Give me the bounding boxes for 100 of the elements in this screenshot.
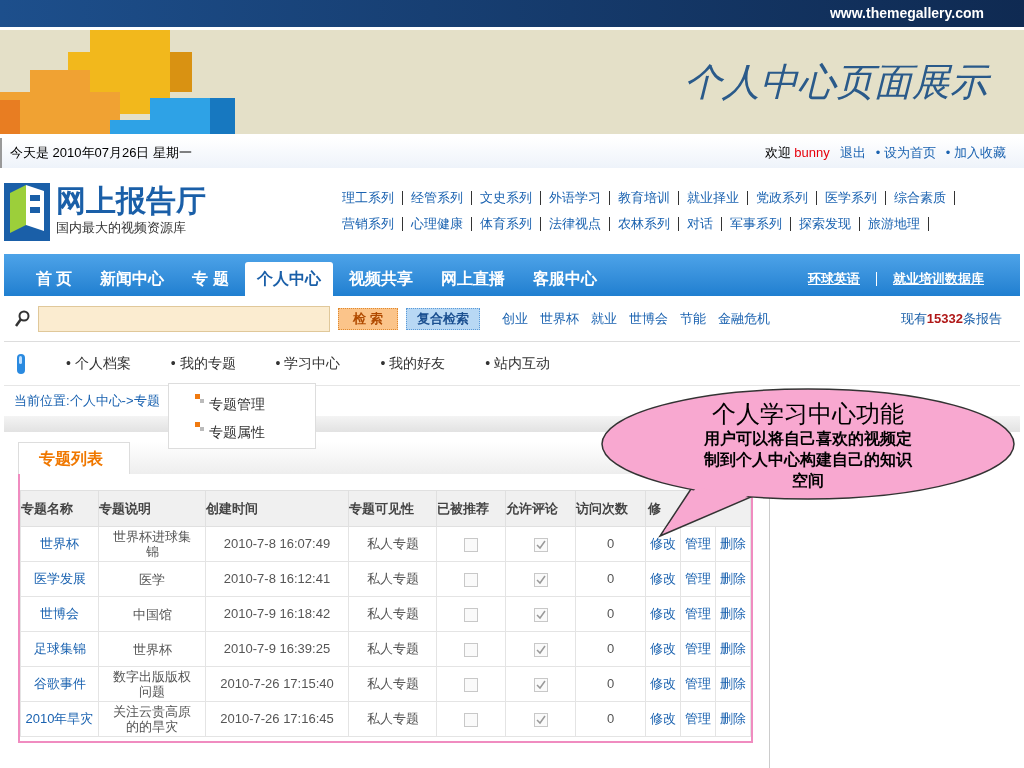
action-link[interactable]: 管理 <box>680 596 716 632</box>
sub-nav-link[interactable]: • 个人档案 <box>66 353 131 374</box>
logout-link[interactable]: 退出 <box>839 143 866 163</box>
table-cell: 0 <box>575 596 646 632</box>
action-link[interactable]: 管理 <box>680 631 716 667</box>
column-header: 专题可见性 <box>348 490 437 527</box>
table-cell: 0 <box>575 526 646 562</box>
nav-tab[interactable]: 客服中心 <box>520 262 609 296</box>
category-link[interactable]: 对话 <box>679 217 722 231</box>
category-link[interactable]: 军事系列 <box>722 217 791 231</box>
table-cell: 私人专题 <box>348 596 437 632</box>
action-link[interactable]: 删除 <box>715 701 751 737</box>
hot-word-link[interactable]: 就业 <box>590 308 617 329</box>
checkbox[interactable] <box>464 677 478 692</box>
category-link[interactable]: 法律视点 <box>541 217 610 231</box>
category-link[interactable]: 综合素质 <box>886 191 955 205</box>
category-link[interactable]: 旅游地理 <box>860 217 929 231</box>
table-cell: 0 <box>575 561 646 597</box>
top-link[interactable]: • 加入收藏 <box>945 143 1006 163</box>
checkbox[interactable] <box>533 712 548 727</box>
search-field[interactable] <box>38 305 330 332</box>
callout-text: 用户可以将自己喜欢的视频定制到个人中心构建自己的知识空间 <box>703 429 913 491</box>
column-header: 已被推荐 <box>436 490 506 527</box>
nav-tab[interactable]: 首 页 <box>24 262 85 296</box>
action-link[interactable]: 删除 <box>715 526 751 562</box>
topic-name-link[interactable]: 足球集锦 <box>20 631 99 667</box>
checkbox[interactable] <box>464 607 478 622</box>
table-cell: 2010-7-9 16:18:42 <box>205 596 349 632</box>
action-link[interactable]: 修改 <box>645 596 681 632</box>
topic-name-link[interactable]: 2010年旱灾 <box>20 701 99 737</box>
category-link[interactable]: 就业择业 <box>679 191 748 205</box>
checkbox[interactable] <box>464 572 478 587</box>
category-link[interactable]: 外语学习 <box>541 191 610 205</box>
hot-word-link[interactable]: 世界杯 <box>539 308 579 329</box>
category-link[interactable]: 文史系列 <box>472 191 541 205</box>
action-link[interactable]: 修改 <box>645 631 681 667</box>
nav-tab[interactable]: 专 题 <box>180 262 241 296</box>
category-link[interactable]: 党政系列 <box>748 191 817 205</box>
nav-tab[interactable]: 个人中心 <box>244 262 333 296</box>
table-cell: 私人专题 <box>348 666 437 702</box>
action-link[interactable]: 修改 <box>645 701 681 737</box>
checkbox[interactable] <box>533 677 548 692</box>
sub-nav-link[interactable]: • 学习中心 <box>275 353 341 374</box>
category-link[interactable]: 心理健康 <box>403 217 472 231</box>
topic-name-link[interactable]: 谷歌事件 <box>20 666 99 702</box>
checkbox[interactable] <box>464 642 478 657</box>
table-cell: 关注云贵高原的的旱灾 <box>98 701 206 737</box>
action-link[interactable]: 修改 <box>645 666 681 702</box>
action-link[interactable]: 删除 <box>715 631 751 667</box>
topic-name-link[interactable]: 世界杯 <box>20 526 99 562</box>
sub-nav-link[interactable]: • 站内互动 <box>485 353 550 374</box>
topic-name-link[interactable]: 世博会 <box>20 596 99 632</box>
hot-word-link[interactable]: 金融危机 <box>717 308 770 329</box>
checkbox[interactable] <box>464 712 478 727</box>
dropdown-item[interactable]: 专题管理 <box>209 394 265 415</box>
search-icon <box>14 309 30 328</box>
category-link[interactable]: 经管系列 <box>403 191 472 205</box>
category-link[interactable]: 探索发现 <box>791 217 860 231</box>
checkbox[interactable] <box>533 572 548 587</box>
action-link[interactable]: 删除 <box>715 596 751 632</box>
search-button[interactable]: 检 索 <box>338 307 398 330</box>
category-link[interactable]: 教育培训 <box>610 191 679 205</box>
table-cell: 0 <box>575 701 646 737</box>
table-cell: 2010-7-26 17:15:40 <box>205 666 349 702</box>
category-link[interactable]: 医学系列 <box>817 191 886 205</box>
action-link[interactable]: 管理 <box>680 561 716 597</box>
hot-word-link[interactable]: 创业 <box>501 308 528 329</box>
sub-nav-link[interactable]: • 我的好友 <box>380 353 446 374</box>
nav-tab[interactable]: 新闻中心 <box>88 262 177 296</box>
top-link[interactable]: • 设为首页 <box>875 143 936 163</box>
table-cell: 世界杯 <box>98 631 206 667</box>
category-link[interactable]: 体育系列 <box>472 217 541 231</box>
advanced-search-button[interactable]: 复合检索 <box>405 307 480 330</box>
table-cell: 私人专题 <box>348 526 437 562</box>
header-text: www.themegallery.com <box>829 4 984 23</box>
callout-title: 个人学习中心功能 <box>712 400 904 428</box>
category-link[interactable]: 农林系列 <box>610 217 679 231</box>
checkbox[interactable] <box>533 642 548 657</box>
nav-tab[interactable]: 视频共享 <box>336 262 425 296</box>
date-text: 今天是 2010年07月26日 星期一 <box>10 144 193 163</box>
nav-link[interactable]: 环球英语 <box>792 269 876 289</box>
category-link[interactable]: 营销系列 <box>334 217 403 231</box>
checkbox[interactable] <box>464 537 478 552</box>
checkbox[interactable] <box>533 607 548 622</box>
checkbox[interactable] <box>533 537 548 552</box>
nav-tab[interactable]: 网上直播 <box>428 262 517 296</box>
hot-word-link[interactable]: 世博会 <box>628 308 668 329</box>
dropdown-item[interactable]: 专题属性 <box>209 422 265 443</box>
action-link[interactable]: 管理 <box>680 666 716 702</box>
bullet-icon <box>195 394 205 404</box>
action-link[interactable]: 删除 <box>715 561 751 597</box>
table-cell: 2010-7-8 16:12:41 <box>205 561 349 597</box>
category-link[interactable]: 理工系列 <box>334 191 403 205</box>
topic-name-link[interactable]: 医学发展 <box>20 561 99 597</box>
sub-nav-link[interactable]: • 我的专题 <box>170 353 236 374</box>
action-link[interactable]: 管理 <box>680 701 716 737</box>
action-link[interactable]: 修改 <box>645 561 681 597</box>
nav-link[interactable]: 就业培训数据库 <box>876 272 1000 286</box>
action-link[interactable]: 删除 <box>715 666 751 702</box>
hot-word-link[interactable]: 节能 <box>679 308 706 329</box>
